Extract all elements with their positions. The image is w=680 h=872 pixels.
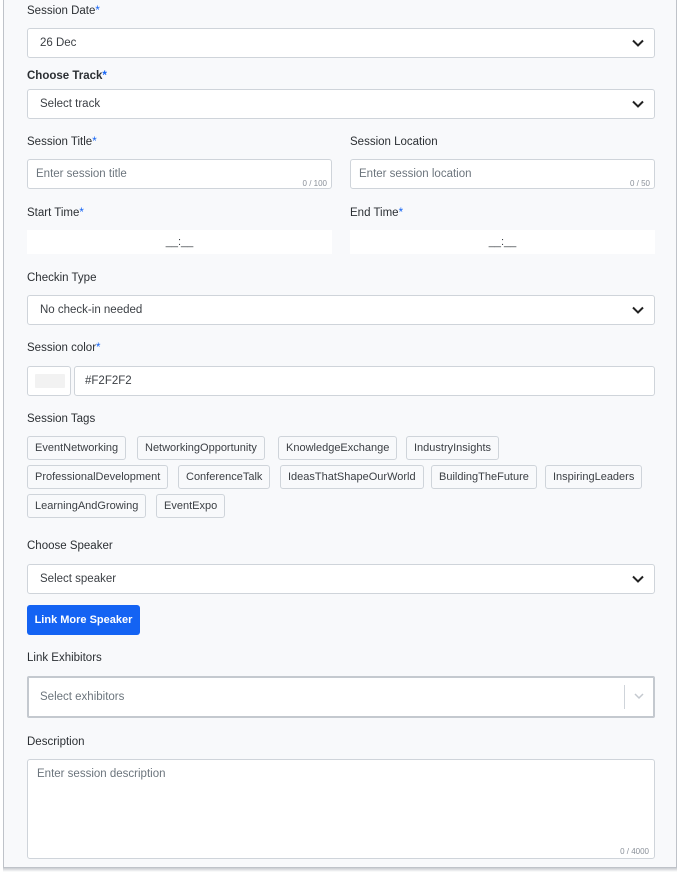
start-time-label: Start Time*	[27, 207, 84, 219]
session-form: Session Date* 26 Dec Choose Track* Selec…	[3, 0, 677, 868]
session-title-label: Session Title*	[27, 136, 97, 148]
checkin-type-select[interactable]: No check-in needed	[27, 295, 655, 325]
track-value: Select track	[40, 98, 101, 110]
tag-chip[interactable]: KnowledgeExchange	[278, 436, 398, 460]
description-label: Description	[27, 736, 85, 748]
session-location-counter: 0 / 50	[629, 179, 650, 188]
session-title-counter: 0 / 100	[302, 179, 327, 188]
session-title-placeholder: Enter session title	[36, 168, 127, 180]
chevron-down-icon	[632, 306, 644, 314]
checkin-type-value: No check-in needed	[40, 304, 143, 316]
session-location-input[interactable]: Enter session location 0 / 50	[350, 159, 655, 189]
session-date-select[interactable]: 26 Dec	[27, 28, 655, 58]
color-hex-input[interactable]: #F2F2F2	[74, 366, 655, 396]
chevron-down-icon	[632, 100, 644, 108]
tag-chip[interactable]: ProfessionalDevelopment	[27, 465, 169, 489]
tag-chip[interactable]: IndustryInsights	[406, 436, 500, 460]
session-date-label: Session Date*	[27, 5, 100, 17]
tag-chip[interactable]: BuildingTheFuture	[431, 465, 537, 489]
tag-chip[interactable]: ConferenceTalk	[178, 465, 271, 489]
description-counter: 0 / 4000	[620, 847, 649, 856]
color-swatch	[35, 374, 65, 388]
tag-chip[interactable]: IdeasThatShapeOurWorld	[280, 465, 424, 489]
color-hex-value: #F2F2F2	[85, 375, 132, 387]
link-exhibitors-label: Link Exhibitors	[27, 652, 102, 664]
start-time-input[interactable]: __:__	[27, 230, 332, 254]
session-location-placeholder: Enter session location	[359, 168, 472, 180]
start-time-value: __:__	[165, 236, 194, 248]
tag-chip[interactable]: InspiringLeaders	[545, 465, 643, 489]
select-divider	[624, 685, 625, 709]
color-picker-button[interactable]	[27, 366, 71, 396]
tag-chip[interactable]: LearningAndGrowing	[27, 494, 147, 518]
tag-chip[interactable]: EventExpo	[156, 494, 226, 518]
frame-shadow	[3, 868, 677, 872]
session-date-value: 26 Dec	[40, 37, 77, 49]
checkin-type-label: Checkin Type	[27, 272, 97, 284]
speaker-value: Select speaker	[40, 573, 117, 585]
exhibitors-multiselect[interactable]: Select exhibitors	[27, 676, 655, 718]
description-placeholder: Enter session description	[37, 768, 166, 780]
session-tags-label: Session Tags	[27, 413, 96, 425]
session-title-input[interactable]: Enter session title 0 / 100	[27, 159, 332, 189]
exhibitors-placeholder: Select exhibitors	[40, 691, 125, 703]
choose-speaker-label: Choose Speaker	[27, 540, 113, 552]
end-time-value: __:__	[488, 236, 517, 248]
track-select[interactable]: Select track	[27, 89, 655, 119]
chevron-down-icon	[632, 575, 644, 583]
link-more-speaker-button[interactable]: Link More Speaker	[27, 605, 140, 635]
speaker-select[interactable]: Select speaker	[27, 564, 655, 594]
session-color-label: Session color*	[27, 342, 101, 354]
session-location-label: Session Location	[350, 136, 438, 148]
track-label: Choose Track*	[27, 70, 107, 82]
tag-chip[interactable]: NetworkingOpportunity	[137, 436, 265, 460]
end-time-label: End Time*	[350, 207, 404, 219]
description-textarea[interactable]: Enter session description 0 / 4000	[27, 759, 655, 859]
end-time-input[interactable]: __:__	[350, 230, 655, 254]
tag-chip[interactable]: EventNetworking	[27, 436, 127, 460]
chevron-down-icon	[632, 39, 644, 47]
chevron-down-icon[interactable]	[634, 693, 644, 700]
